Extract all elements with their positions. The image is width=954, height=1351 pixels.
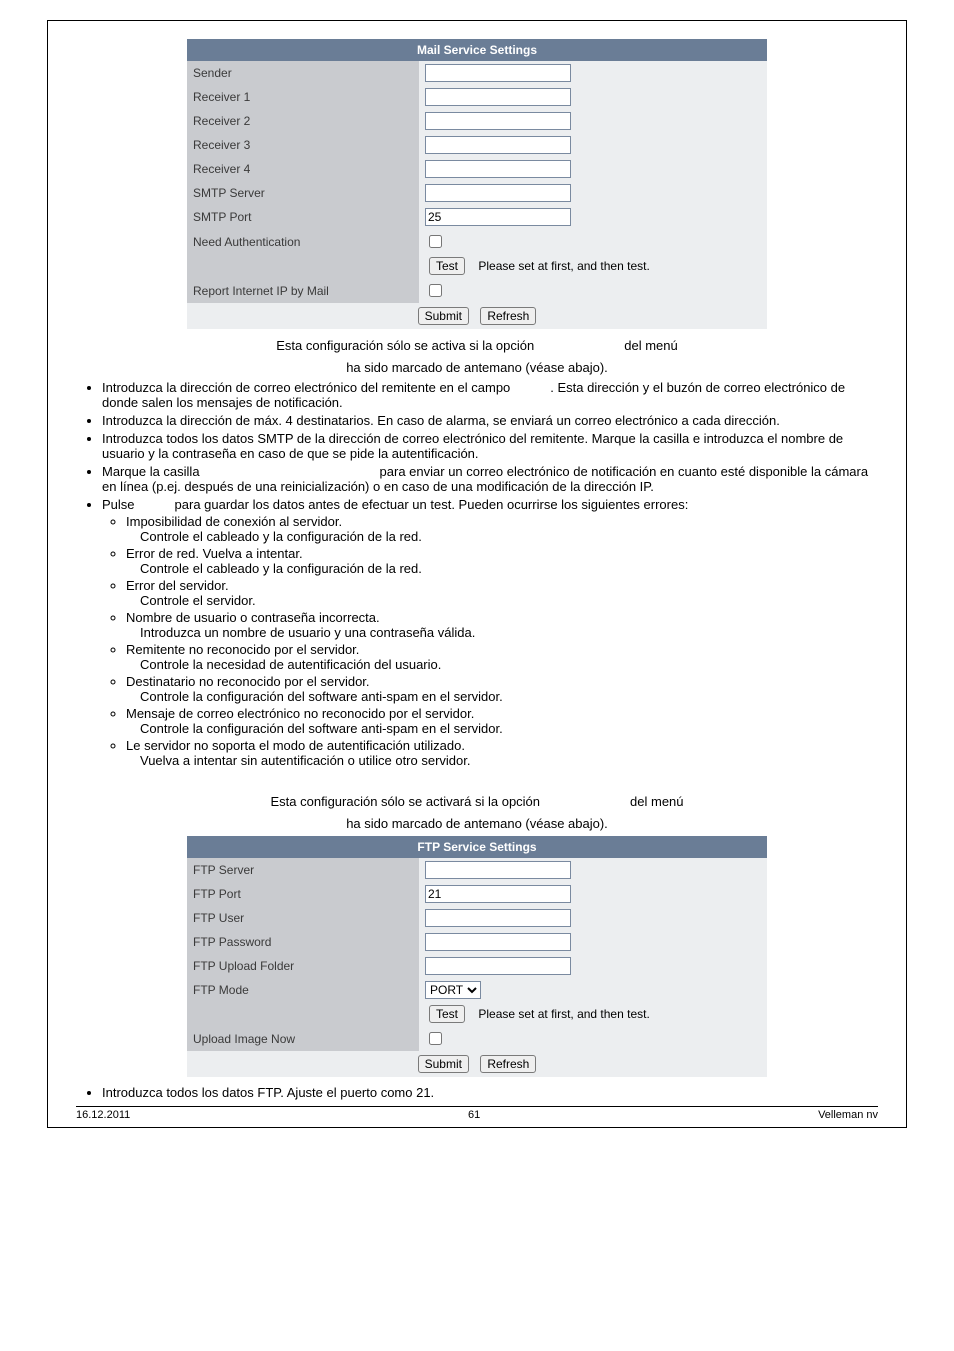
- ftp-intro-line2: ha sido marcado de antemano (véase abajo…: [76, 815, 878, 833]
- checkbox-need-auth[interactable]: [429, 235, 442, 248]
- page-footer: 16.12.2011 61 Velleman nv: [76, 1106, 878, 1121]
- label-ftp-server: FTP Server: [187, 858, 419, 882]
- error-list: Imposibilidad de conexión al servidor.Co…: [126, 514, 878, 768]
- mail-intro-line2: ha sido marcado de antemano (véase abajo…: [76, 359, 878, 377]
- mail-refresh-button[interactable]: Refresh: [480, 307, 536, 325]
- error-server: Error del servidor.Controle el servidor.: [126, 578, 878, 608]
- error-net: Error de red. Vuelva a intentar.Controle…: [126, 546, 878, 576]
- error-recipient: Destinatario no reconocido por el servid…: [126, 674, 878, 704]
- label-report-ip: Report Internet IP by Mail: [187, 278, 419, 303]
- ftp-settings-table: FTP Service Settings FTP Server FTP Port…: [187, 836, 767, 1077]
- checkbox-upload-now[interactable]: [429, 1032, 442, 1045]
- label-ftp-test-row: [187, 1002, 419, 1026]
- ftp-intro-line1: Esta configuración sólo se activará si l…: [76, 793, 878, 811]
- input-ftp-folder[interactable]: [425, 957, 571, 975]
- ftp-test-note: Please set at first, and then test.: [478, 1007, 649, 1021]
- error-userpass: Nombre de usuario o contraseña incorrect…: [126, 610, 878, 640]
- bullet-smtp: Introduzca todos los datos SMTP de la di…: [102, 431, 878, 461]
- mail-settings-table: Mail Service Settings Sender Receiver 1 …: [187, 39, 767, 329]
- ftp-refresh-button[interactable]: Refresh: [480, 1055, 536, 1073]
- checkbox-report-ip[interactable]: [429, 284, 442, 297]
- bullet-test: Pulsepara guardar los datos antes de efe…: [102, 497, 878, 768]
- label-test-row: [187, 254, 419, 278]
- label-smtp-port: SMTP Port: [187, 205, 419, 229]
- mail-settings-header: Mail Service Settings: [187, 39, 767, 61]
- error-sender: Remitente no reconocido por el servidor.…: [126, 642, 878, 672]
- label-sender: Sender: [187, 61, 419, 85]
- label-receiver3: Receiver 3: [187, 133, 419, 157]
- label-ftp-password: FTP Password: [187, 930, 419, 954]
- ftp-settings-header: FTP Service Settings: [187, 836, 767, 858]
- bullet-sender: Introduzca la dirección de correo electr…: [102, 380, 878, 410]
- ftp-test-button[interactable]: Test: [429, 1005, 465, 1023]
- footer-date: 16.12.2011: [76, 1109, 130, 1121]
- label-smtp-server: SMTP Server: [187, 181, 419, 205]
- error-authmode: Le servidor no soporta el modo de autent…: [126, 738, 878, 768]
- input-ftp-port[interactable]: [425, 885, 571, 903]
- mail-test-note: Please set at first, and then test.: [478, 259, 649, 273]
- mail-test-button[interactable]: Test: [429, 257, 465, 275]
- ftp-submit-button[interactable]: Submit: [418, 1055, 469, 1073]
- label-ftp-port: FTP Port: [187, 882, 419, 906]
- label-receiver4: Receiver 4: [187, 157, 419, 181]
- label-receiver1: Receiver 1: [187, 85, 419, 109]
- input-smtp-port[interactable]: [425, 208, 571, 226]
- document-page: Mail Service Settings Sender Receiver 1 …: [47, 20, 907, 1128]
- bullet-ftp-data: Introduzca todos los datos FTP. Ajuste e…: [102, 1085, 878, 1100]
- input-receiver3[interactable]: [425, 136, 571, 154]
- label-upload-now: Upload Image Now: [187, 1026, 419, 1051]
- input-receiver2[interactable]: [425, 112, 571, 130]
- label-need-auth: Need Authentication: [187, 229, 419, 254]
- ftp-bullet-list: Introduzca todos los datos FTP. Ajuste e…: [102, 1085, 878, 1100]
- label-ftp-mode: FTP Mode: [187, 978, 419, 1002]
- label-ftp-user: FTP User: [187, 906, 419, 930]
- label-ftp-folder: FTP Upload Folder: [187, 954, 419, 978]
- input-sender[interactable]: [425, 64, 571, 82]
- input-smtp-server[interactable]: [425, 184, 571, 202]
- select-ftp-mode[interactable]: PORT: [425, 981, 481, 999]
- input-ftp-server[interactable]: [425, 861, 571, 879]
- input-receiver1[interactable]: [425, 88, 571, 106]
- label-receiver2: Receiver 2: [187, 109, 419, 133]
- error-conn: Imposibilidad de conexión al servidor.Co…: [126, 514, 878, 544]
- bullet-report: Marque la casillapara enviar un correo e…: [102, 464, 878, 494]
- bullet-receivers: Introduzca la dirección de máx. 4 destin…: [102, 413, 878, 428]
- mail-submit-button[interactable]: Submit: [418, 307, 469, 325]
- error-message: Mensaje de correo electrónico no reconoc…: [126, 706, 878, 736]
- mail-bullet-list: Introduzca la dirección de correo electr…: [102, 380, 878, 768]
- mail-intro-line1: Esta configuración sólo se activa si la …: [76, 337, 878, 355]
- footer-page: 61: [468, 1109, 480, 1121]
- footer-brand: Velleman nv: [818, 1109, 878, 1121]
- input-receiver4[interactable]: [425, 160, 571, 178]
- input-ftp-password[interactable]: [425, 933, 571, 951]
- input-ftp-user[interactable]: [425, 909, 571, 927]
